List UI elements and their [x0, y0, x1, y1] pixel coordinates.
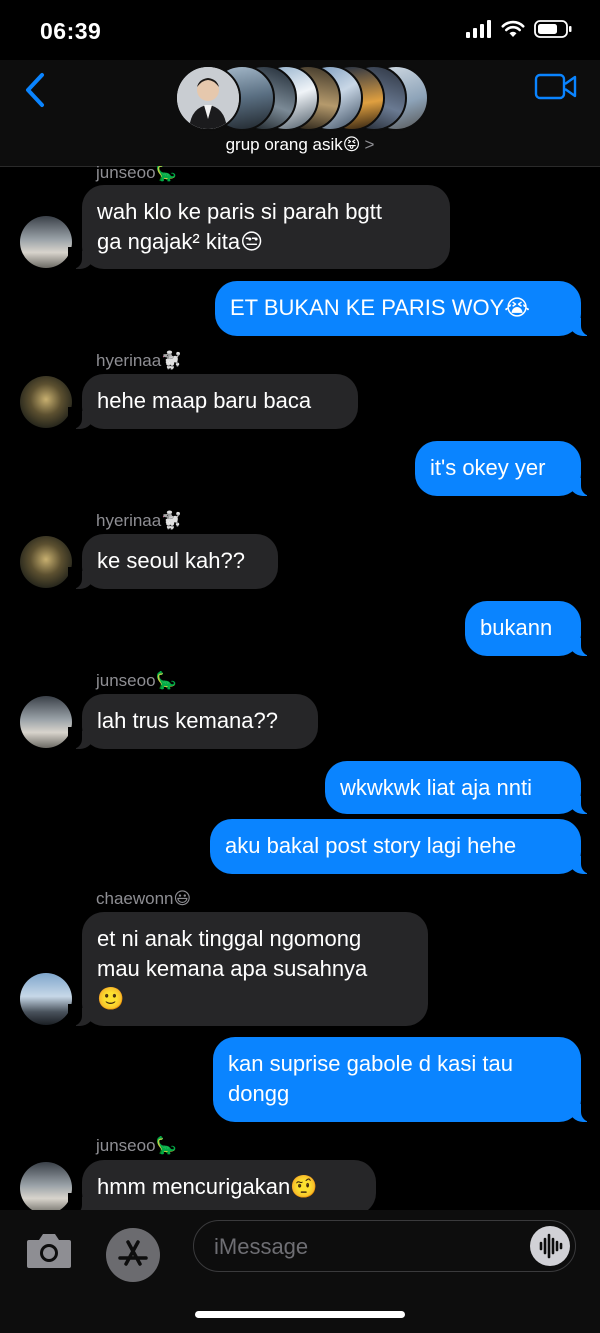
message-bubble-incoming[interactable]: et ni anak tinggal ngomong mau kemana ap…: [68, 912, 428, 1026]
message-bubble-incoming[interactable]: hmm mencurigakan🤨: [68, 1160, 376, 1210]
wifi-icon: [501, 20, 525, 37]
message-text: hmm mencurigakan🤨: [97, 1174, 318, 1199]
avatar: [20, 536, 72, 588]
sender-name: hyerinaa🐩: [96, 351, 183, 370]
avatar: [175, 65, 241, 131]
camera-button[interactable]: [25, 1230, 73, 1278]
message-input[interactable]: iMessage: [193, 1220, 576, 1272]
camera-icon: [27, 1234, 71, 1268]
status-icons: [466, 20, 572, 38]
message-text: it's okey yer: [430, 455, 546, 480]
message-list[interactable]: junseoo🦕 wah klo ke paris si parah bgtt …: [0, 166, 600, 1210]
message-bubble-incoming[interactable]: hehe maap baru baca: [68, 374, 358, 429]
message-bubble-outgoing[interactable]: bukann: [465, 601, 595, 656]
person-avatar-image: [177, 67, 239, 129]
message-bubble-incoming[interactable]: wah klo ke paris si parah bgtt ga ngajak…: [68, 185, 450, 269]
message-text: lah trus kemana??: [97, 708, 278, 733]
message-text: bukann: [480, 615, 553, 640]
avatar: [20, 973, 72, 1025]
avatar: [20, 216, 72, 268]
message-text: ET BUKAN KE PARIS WOY😭: [230, 295, 530, 320]
sender-name: chaewonn😃: [96, 889, 192, 908]
status-time: 06:39: [40, 18, 102, 44]
group-name[interactable]: grup orang asik😝 >: [0, 135, 600, 155]
message-bubble-incoming[interactable]: ke seoul kah??: [68, 534, 278, 589]
message-text: et ni anak tinggal ngomong mau kemana ap…: [97, 926, 368, 1011]
message-text: hehe maap baru baca: [97, 388, 312, 413]
message-bubble-outgoing[interactable]: it's okey yer: [415, 441, 595, 496]
message-bubble-outgoing[interactable]: wkwkwk liat aja nnti: [325, 761, 595, 814]
sender-name: hyerinaa🐩: [96, 511, 183, 530]
signal-icon: [466, 20, 491, 38]
message-text: wah klo ke paris si parah bgtt ga ngajak…: [97, 199, 382, 254]
home-indicator: [195, 1311, 405, 1318]
chevron-left-icon: [26, 73, 44, 107]
message-text: ke seoul kah??: [97, 548, 245, 573]
app-store-icon: [118, 1240, 148, 1266]
message-input-placeholder: iMessage: [214, 1234, 309, 1259]
sender-name: junseoo🦕: [96, 166, 177, 182]
waveform-icon: [539, 1233, 563, 1259]
group-avatars[interactable]: [175, 65, 429, 131]
back-button[interactable]: [20, 70, 52, 110]
message-text: wkwkwk liat aja nnti: [340, 775, 532, 800]
audio-message-button[interactable]: [530, 1226, 570, 1266]
conversation-header: grup orang asik😝 >: [0, 60, 600, 167]
chevron-right-icon: >: [364, 135, 375, 154]
video-call-button[interactable]: [534, 72, 578, 102]
avatar: [20, 376, 72, 428]
avatar: [20, 1162, 72, 1210]
message-bubble-incoming[interactable]: lah trus kemana??: [68, 694, 318, 749]
video-camera-icon: [534, 73, 577, 100]
compose-bar: iMessage: [0, 1210, 600, 1333]
message-bubble-outgoing[interactable]: aku bakal post story lagi hehe: [210, 819, 595, 874]
avatar: [20, 696, 72, 748]
message-bubble-outgoing[interactable]: kan suprise gabole d kasi tau dongg: [213, 1037, 595, 1122]
sender-name: junseoo🦕: [96, 1136, 177, 1155]
message-bubble-outgoing[interactable]: ET BUKAN KE PARIS WOY😭: [215, 281, 595, 336]
status-bar: 06:39: [0, 0, 600, 60]
sender-name: junseoo🦕: [96, 671, 177, 690]
message-text: aku bakal post story lagi hehe: [225, 833, 517, 858]
battery-icon: [534, 20, 572, 38]
group-name-label: grup orang asik😝: [225, 135, 361, 154]
message-text: kan suprise gabole d kasi tau dongg: [228, 1051, 513, 1106]
app-store-button[interactable]: [106, 1228, 160, 1282]
